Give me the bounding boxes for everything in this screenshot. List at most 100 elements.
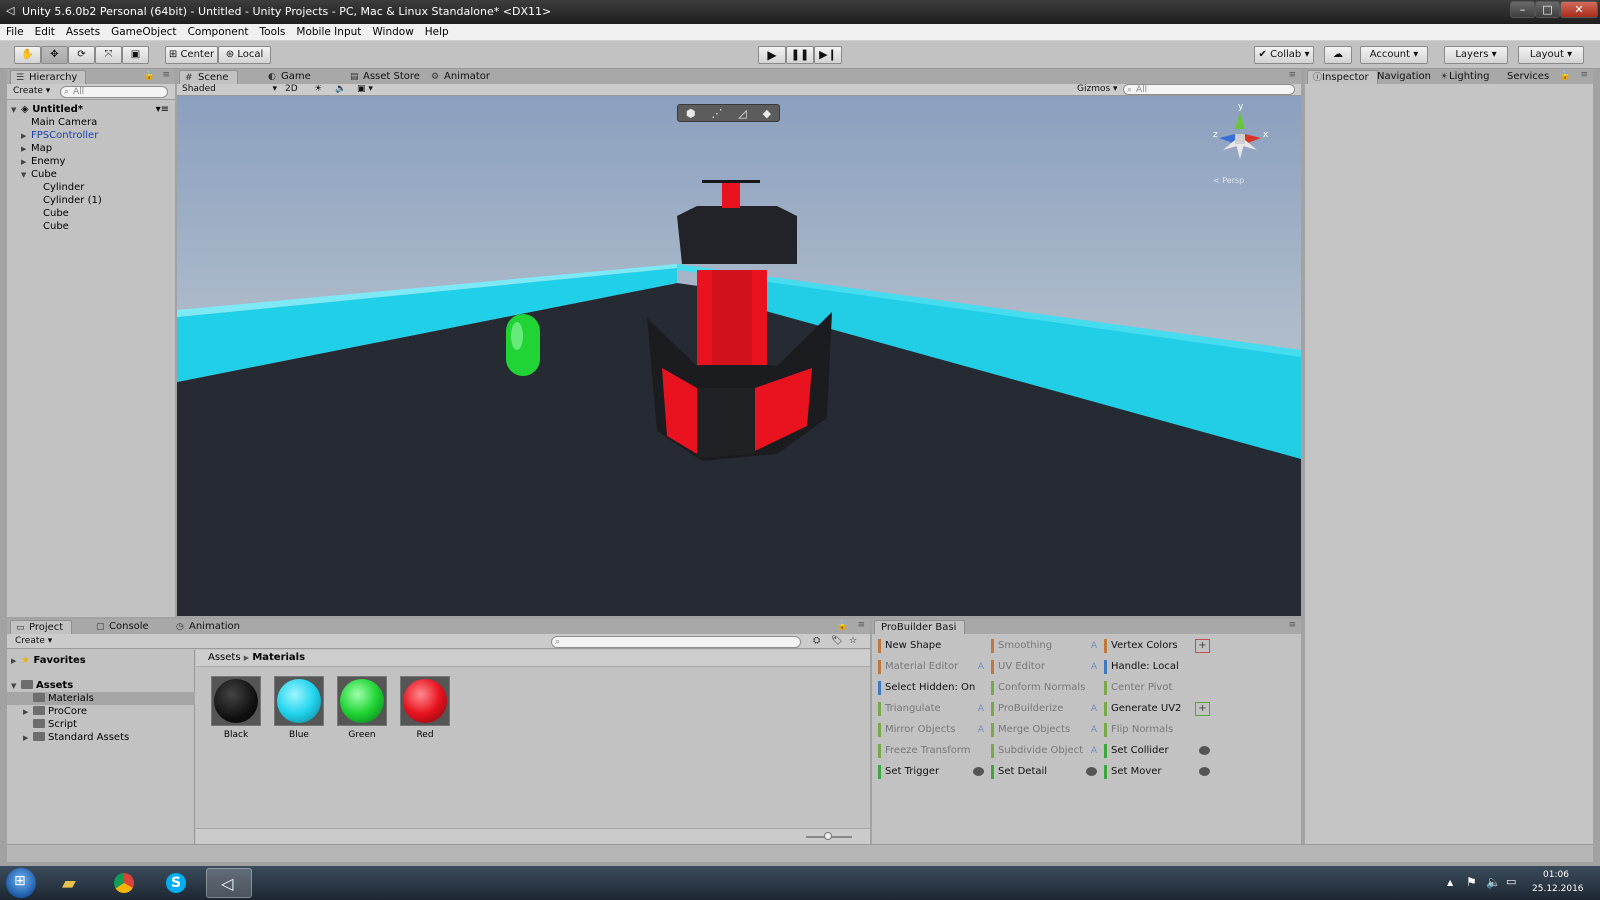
- folder-script[interactable]: Script: [33, 718, 77, 731]
- menu-component[interactable]: Component: [182, 24, 254, 38]
- collapsed-arrow-icon[interactable]: ▶: [23, 732, 33, 745]
- assets-row[interactable]: ▼ Assets: [11, 679, 73, 692]
- menu-window[interactable]: Window: [366, 24, 418, 38]
- favorites-row[interactable]: ▶ ★ Favorites: [11, 654, 86, 667]
- project-create-dropdown[interactable]: Create ▾: [15, 636, 52, 648]
- tab-asset-store[interactable]: ▤ Asset Store: [345, 70, 428, 84]
- hierarchy-item-main-camera[interactable]: Main Camera: [7, 116, 175, 129]
- start-button[interactable]: ⊞: [6, 868, 36, 898]
- effects-toggle-icon[interactable]: ▣ ▾: [357, 84, 373, 96]
- tab-hierarchy[interactable]: ☰ Hierarchy: [10, 70, 87, 84]
- breadcrumb-materials[interactable]: Materials: [252, 652, 305, 663]
- pause-button[interactable]: ❚❚: [786, 46, 814, 64]
- project-search-input[interactable]: ⌕: [551, 636, 801, 648]
- pb-generate-uv2-button[interactable]: Generate UV2 +: [1104, 701, 1210, 717]
- favorite-star-icon[interactable]: ☆: [849, 636, 857, 648]
- tab-console[interactable]: ▢ Console: [91, 620, 157, 634]
- tab-navigation[interactable]: Navigation: [1369, 70, 1439, 84]
- space-local-button[interactable]: ⊛ Local: [218, 46, 271, 64]
- options-icon[interactable]: A: [978, 701, 984, 717]
- taskbar-explorer[interactable]: ▰: [50, 868, 96, 898]
- plus-icon[interactable]: +: [1195, 702, 1210, 716]
- tab-lighting[interactable]: ☀ Lighting: [1435, 70, 1497, 84]
- network-icon[interactable]: ▭: [1506, 875, 1516, 888]
- breadcrumb-assets[interactable]: Assets: [208, 652, 241, 663]
- gizmos-dropdown[interactable]: Gizmos ▾: [1077, 84, 1118, 96]
- collapsed-arrow-icon[interactable]: ▶: [23, 706, 33, 719]
- options-icon[interactable]: A: [1091, 638, 1097, 654]
- hand-tool-button[interactable]: ✋: [14, 46, 41, 64]
- options-icon[interactable]: A: [1091, 722, 1097, 738]
- pb-set-collider-button[interactable]: Set Collider: [1104, 743, 1210, 759]
- scene-search-input[interactable]: ⌕ All: [1123, 84, 1295, 95]
- move-tool-button[interactable]: ✥: [41, 46, 68, 64]
- material-green[interactable]: Green: [337, 676, 387, 740]
- collab-button[interactable]: ✔ Collab ▾: [1254, 46, 1314, 64]
- object-mode-icon[interactable]: ⬢: [686, 107, 696, 120]
- plus-icon[interactable]: +: [1195, 639, 1210, 653]
- scene-menu-icon[interactable]: ▾≡: [156, 103, 169, 116]
- hierarchy-item-cylinder-1[interactable]: Cylinder (1): [7, 194, 175, 207]
- folder-materials[interactable]: Materials: [7, 692, 195, 705]
- hierarchy-search-input[interactable]: ⌕ All: [60, 86, 168, 98]
- edge-mode-icon[interactable]: ◿: [738, 107, 746, 120]
- clock-time[interactable]: 01:06: [1543, 870, 1569, 880]
- options-icon[interactable]: A: [1091, 701, 1097, 717]
- account-dropdown[interactable]: Account ▾: [1360, 46, 1428, 64]
- step-button[interactable]: ▶❙: [814, 46, 842, 64]
- tab-services[interactable]: Services: [1499, 70, 1557, 84]
- layers-dropdown[interactable]: Layers ▾: [1444, 46, 1508, 64]
- options-icon[interactable]: A: [978, 659, 984, 675]
- folder-procore[interactable]: ▶ ProCore: [23, 705, 87, 718]
- menu-assets[interactable]: Assets: [60, 24, 105, 38]
- pb-uv-editor-button[interactable]: UV Editor A: [991, 659, 1097, 675]
- pb-probuilderize-button[interactable]: ProBuilderize A: [991, 701, 1097, 717]
- material-blue[interactable]: Blue: [274, 676, 324, 740]
- pb-vertex-colors-button[interactable]: Vertex Colors +: [1104, 638, 1210, 654]
- eye-icon[interactable]: [1199, 767, 1210, 776]
- options-icon[interactable]: A: [1091, 659, 1097, 675]
- pb-freeze-transform-button[interactable]: Freeze Transform: [878, 743, 984, 759]
- hierarchy-item-fpscontroller[interactable]: ▶ FPSController: [7, 129, 175, 142]
- rect-tool-button[interactable]: ▣: [122, 46, 149, 64]
- create-dropdown[interactable]: Create ▾: [13, 86, 50, 98]
- icon-size-slider-thumb[interactable]: [824, 832, 832, 840]
- pb-merge-objects-button[interactable]: Merge Objects A: [991, 722, 1097, 738]
- tab-scene[interactable]: # Scene: [179, 70, 238, 84]
- scene-root-row[interactable]: ▼ ◈ Untitled* ▾≡: [7, 103, 175, 116]
- pb-select-hidden-on-button[interactable]: Select Hidden: On: [878, 680, 984, 696]
- face-mode-icon[interactable]: ◆: [763, 107, 771, 120]
- volume-icon[interactable]: 🔈: [1486, 875, 1501, 889]
- pb-set-mover-button[interactable]: Set Mover: [1104, 764, 1210, 780]
- minimize-button[interactable]: –: [1510, 1, 1535, 18]
- panel-menu-icon[interactable]: ≡: [162, 70, 170, 80]
- menu-tools[interactable]: Tools: [254, 24, 291, 38]
- flag-icon[interactable]: ⚑: [1466, 875, 1477, 889]
- tab-animator[interactable]: ⚙ Animator: [426, 70, 498, 84]
- lighting-toggle-icon[interactable]: ☀: [314, 84, 322, 96]
- tab-animation[interactable]: ◷ Animation: [171, 620, 248, 634]
- close-button[interactable]: ✕: [1560, 1, 1598, 18]
- menu-gameobject[interactable]: GameObject: [105, 24, 181, 38]
- hierarchy-item-cylinder[interactable]: Cylinder: [7, 181, 175, 194]
- pb-flip-normals-button[interactable]: Flip Normals: [1104, 722, 1210, 738]
- maximize-button[interactable]: □: [1535, 1, 1560, 18]
- pb-subdivide-object-button[interactable]: Subdivide Object A: [991, 743, 1097, 759]
- panel-menu-icon[interactable]: ≡: [1288, 620, 1296, 630]
- options-icon[interactable]: A: [978, 722, 984, 738]
- audio-toggle-icon[interactable]: 🔈: [335, 84, 346, 96]
- scale-tool-button[interactable]: ⤧: [95, 46, 122, 64]
- pb-smoothing-button[interactable]: Smoothing A: [991, 638, 1097, 654]
- menu-file[interactable]: File: [0, 24, 29, 38]
- taskbar-chrome[interactable]: [102, 868, 148, 898]
- filter-type-icon[interactable]: ⛭: [813, 636, 820, 648]
- vertex-mode-icon[interactable]: ⋰: [711, 107, 722, 120]
- pb-set-trigger-button[interactable]: Set Trigger: [878, 764, 984, 780]
- hierarchy-item-cube-child[interactable]: Cube: [7, 207, 175, 220]
- toggle-2d-button[interactable]: 2D: [285, 84, 298, 96]
- hierarchy-item-cube-child-2[interactable]: Cube: [7, 220, 175, 233]
- material-red[interactable]: Red: [400, 676, 450, 740]
- hierarchy-item-enemy[interactable]: ▶ Enemy: [7, 155, 175, 168]
- pb-conform-normals-button[interactable]: Conform Normals: [991, 680, 1097, 696]
- hierarchy-item-map[interactable]: ▶ Map: [7, 142, 175, 155]
